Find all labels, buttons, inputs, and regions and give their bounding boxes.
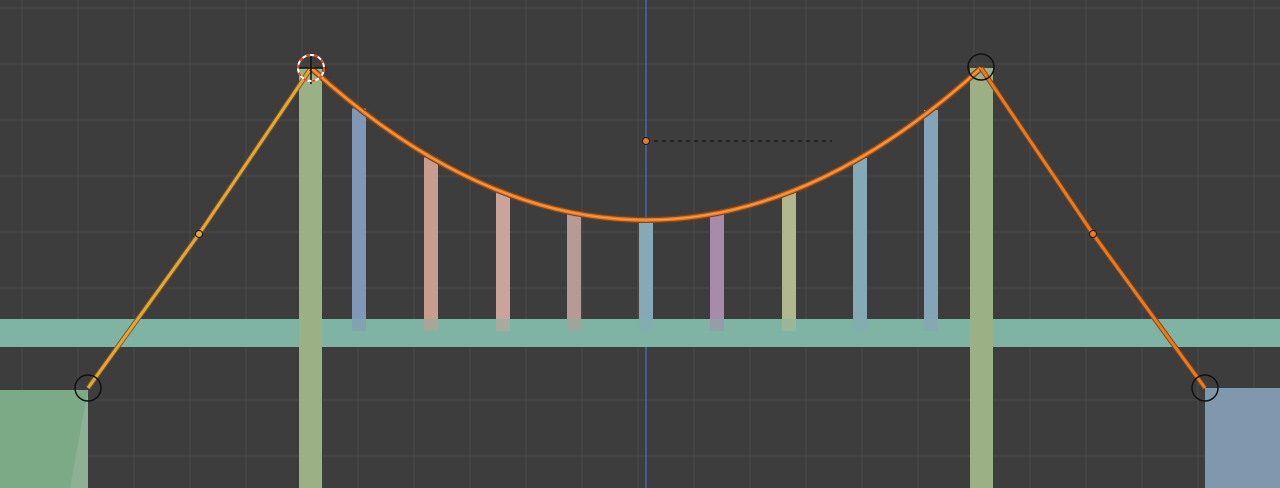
- 3d-viewport[interactable]: [0, 0, 1280, 488]
- hanger-4[interactable]: [567, 212, 581, 331]
- hanger-foot: [639, 319, 653, 331]
- hanger-1[interactable]: [352, 108, 366, 331]
- viewport-canvas[interactable]: [0, 0, 1280, 488]
- right-abutment[interactable]: [1205, 388, 1280, 488]
- hanger-7[interactable]: [782, 192, 796, 331]
- hanger-2[interactable]: [424, 157, 438, 331]
- left-abutment[interactable]: [0, 390, 88, 488]
- hanger-foot: [782, 319, 796, 331]
- hanger-9[interactable]: [924, 109, 938, 331]
- tower-left[interactable]: [299, 68, 322, 488]
- hanger-3[interactable]: [496, 192, 510, 331]
- hanger-8[interactable]: [853, 157, 867, 331]
- handle-point[interactable]: [195, 230, 203, 238]
- hanger-foot: [424, 319, 438, 331]
- handle-point[interactable]: [1089, 230, 1097, 238]
- hanger-foot: [853, 319, 867, 331]
- hanger-foot: [710, 319, 724, 331]
- tower-right[interactable]: [970, 68, 993, 488]
- hanger-5[interactable]: [639, 220, 653, 331]
- hanger-foot: [496, 319, 510, 331]
- hanger-foot: [567, 319, 581, 331]
- handle-point[interactable]: [642, 137, 650, 145]
- hanger-foot: [352, 319, 366, 331]
- hanger-6[interactable]: [710, 213, 724, 331]
- hanger-foot: [924, 319, 938, 331]
